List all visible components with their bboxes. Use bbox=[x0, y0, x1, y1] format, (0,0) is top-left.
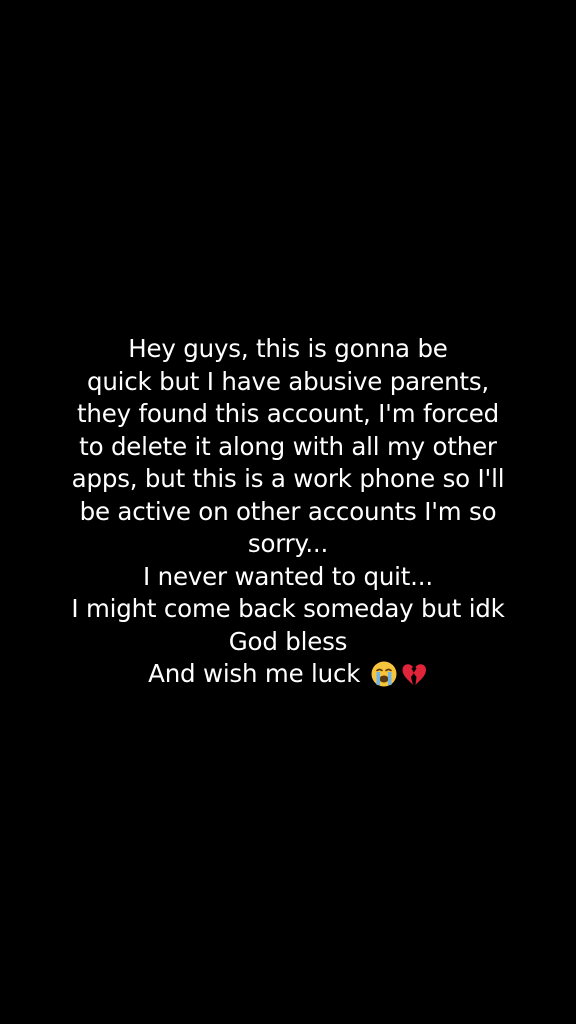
message-text: Hey guys, this is gonna be quick but I h… bbox=[58, 333, 518, 691]
story-screen: Hey guys, this is gonna be quick but I h… bbox=[0, 0, 576, 1024]
message-line: I might come back someday but idk bbox=[71, 594, 505, 623]
message-line: to delete it along with all my other bbox=[79, 431, 497, 461]
message-line: sorry... bbox=[247, 529, 329, 558]
message-line: God bless bbox=[228, 626, 348, 656]
message-line: quick but I have abusive parents, bbox=[86, 366, 489, 396]
loudly-crying-face-icon bbox=[370, 660, 398, 688]
message-line: Hey guys, this is gonna be bbox=[128, 334, 448, 363]
message-line: apps, but this is a work phone so I'll bbox=[71, 464, 505, 493]
message-line: they found this account, I'm forced bbox=[76, 399, 500, 428]
message-line: be active on other accounts I'm so bbox=[79, 496, 497, 526]
message-line-text: And wish me luck bbox=[148, 659, 361, 688]
message-line-last: And wish me luck bbox=[58, 658, 518, 691]
message-line: I never wanted to quit... bbox=[143, 561, 433, 591]
broken-heart-icon bbox=[400, 660, 428, 688]
